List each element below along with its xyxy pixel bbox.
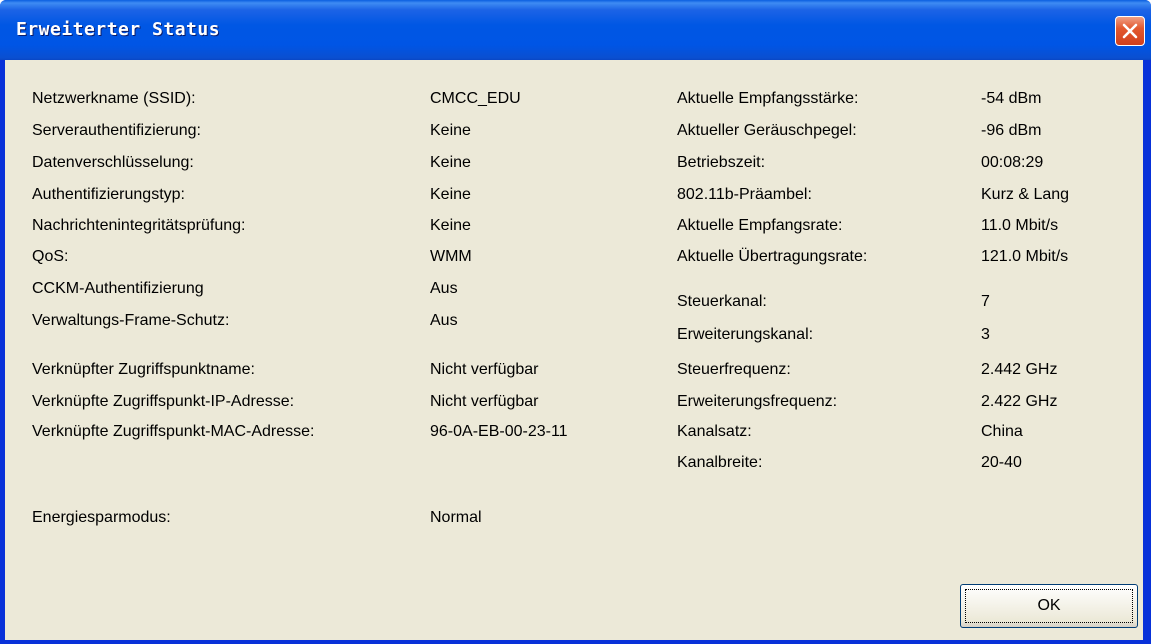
value-server-auth: Keine [430, 122, 471, 139]
label-ap-name: Verknüpfter Zugriffspunktname: [32, 361, 255, 378]
label-extension-channel: Erweiterungskanal: [677, 326, 814, 343]
label-preamble: 802.11b-Präambel: [677, 186, 812, 203]
value-cckm: Aus [430, 280, 458, 297]
label-channel-width: Kanalbreite: [677, 454, 763, 471]
status-panel: Netzwerkname (SSID): CMCC_EDU Serverauth… [5, 60, 1143, 640]
value-channel-width: 20-40 [981, 454, 1022, 471]
label-ap-mac: Verknüpfte Zugriffspunkt-MAC-Adresse: [32, 423, 315, 440]
label-tx-rate: Aktuelle Übertragungsrate: [677, 248, 868, 265]
label-auth-type: Authentifizierungstyp: [32, 186, 185, 203]
value-channel-set: China [981, 423, 1023, 440]
value-tx-rate: 121.0 Mbit/s [981, 248, 1069, 265]
label-channel-set: Kanalsatz: [677, 423, 752, 440]
label-noise-level: Aktueller Geräuschpegel: [677, 122, 857, 139]
value-power-save: Normal [430, 509, 482, 526]
label-signal-strength: Aktuelle Empfangsstärke: [677, 90, 859, 107]
ok-button[interactable]: OK [960, 584, 1138, 628]
title-bar[interactable]: Erweiterter Status [0, 0, 1151, 60]
value-ap-mac: 96-0A-EB-00-23-11 [430, 423, 568, 440]
label-ssid: Netzwerkname (SSID): [32, 90, 196, 107]
value-control-channel: 7 [981, 293, 990, 310]
value-ap-name: Nicht verfügbar [430, 361, 539, 378]
value-signal-strength: -54 dBm [981, 90, 1042, 107]
value-qos: WMM [430, 248, 472, 265]
value-ssid: CMCC_EDU [430, 90, 521, 107]
value-message-integrity: Keine [430, 217, 471, 234]
value-rx-rate: 11.0 Mbit/s [981, 217, 1059, 234]
label-message-integrity: Nachrichtenintegritätsprüfung: [32, 217, 246, 234]
close-icon [1122, 23, 1138, 39]
label-cckm: CCKM-Authentifizierung [32, 280, 204, 297]
value-ap-ip: Nicht verfügbar [430, 393, 539, 410]
label-ap-ip: Verknüpfte Zugriffspunkt-IP-Adresse: [32, 393, 295, 410]
value-auth-type: Keine [430, 186, 471, 203]
value-uptime: 00:08:29 [981, 154, 1044, 171]
extended-status-dialog: Erweiterter Status Netzwerkname (SSID): … [0, 0, 1151, 644]
label-rx-rate: Aktuelle Empfangsrate: [677, 217, 843, 234]
label-control-frequency: Steuerfrequenz: [677, 361, 791, 378]
window-title: Erweiterter Status [16, 19, 221, 40]
value-extension-channel: 3 [981, 326, 990, 343]
label-control-channel: Steuerkanal: [677, 293, 767, 310]
value-mfp: Aus [430, 312, 458, 329]
label-uptime: Betriebszeit: [677, 154, 766, 171]
label-server-auth: Serverauthentifizierung: [32, 122, 201, 139]
label-extension-frequency: Erweiterungsfrequenz: [677, 393, 838, 410]
label-power-save: Energiesparmodus: [32, 509, 171, 526]
value-preamble: Kurz & Lang [981, 186, 1070, 203]
label-mfp: Verwaltungs-Frame-Schutz: [32, 312, 230, 329]
label-qos: QoS: [32, 248, 69, 265]
label-encryption: Datenverschlüsselung: [32, 154, 194, 171]
ok-button-label: OK [1037, 597, 1061, 614]
value-encryption: Keine [430, 154, 471, 171]
value-noise-level: -96 dBm [981, 122, 1042, 139]
value-control-frequency: 2.442 GHz [981, 361, 1058, 378]
value-extension-frequency: 2.422 GHz [981, 393, 1058, 410]
close-button[interactable] [1115, 16, 1145, 46]
